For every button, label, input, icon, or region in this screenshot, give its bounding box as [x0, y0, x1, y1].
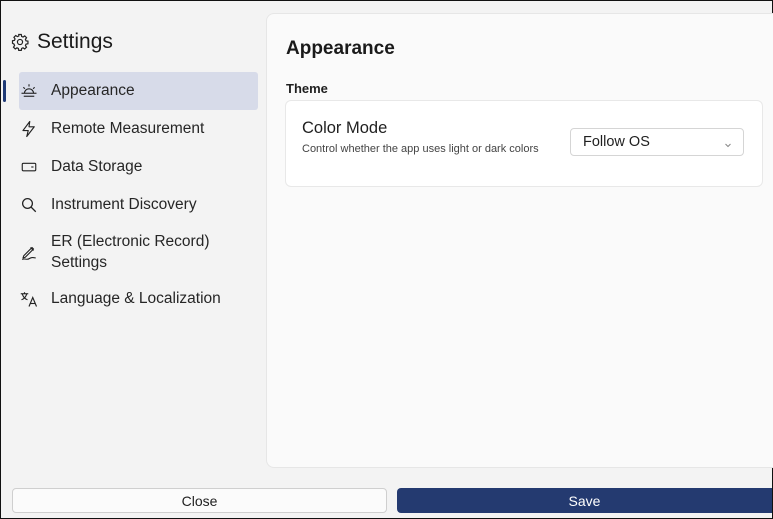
setting-card-color-mode: Color Mode Control whether the app uses … — [285, 100, 763, 187]
translate-icon — [19, 289, 39, 309]
signature-pen-icon — [19, 242, 39, 262]
sidebar-item-label: Remote Measurement — [51, 120, 205, 137]
page-title: Appearance — [286, 38, 395, 59]
sidebar-nav: Appearance Remote Measurement Data Stora… — [1, 72, 263, 318]
sidebar-header: Settings — [11, 27, 113, 57]
lightning-icon — [19, 119, 39, 139]
settings-window: Settings Appearance Remote Measurement D… — [0, 0, 773, 519]
sidebar-item-remote-measurement[interactable]: Remote Measurement — [1, 110, 263, 148]
storage-drive-icon — [19, 157, 39, 177]
sidebar-item-label: Language & Localization — [51, 290, 221, 307]
setting-description: Control whether the app uses light or da… — [302, 143, 539, 155]
sidebar: Settings Appearance Remote Measurement D… — [1, 1, 263, 478]
search-icon — [19, 195, 39, 215]
setting-title: Color Mode — [302, 119, 388, 137]
gear-icon — [11, 33, 29, 51]
color-mode-select[interactable]: Follow OS — [570, 128, 744, 156]
sidebar-title: Settings — [37, 30, 113, 53]
sidebar-item-label: ER (Electronic Record) Settings — [51, 233, 210, 271]
sidebar-item-label: Data Storage — [51, 158, 143, 175]
select-value: Follow OS — [583, 134, 650, 150]
active-indicator — [3, 80, 6, 102]
sidebar-item-data-storage[interactable]: Data Storage — [1, 148, 263, 186]
chevron-down-icon — [723, 137, 733, 148]
sidebar-item-label: Appearance — [51, 82, 135, 99]
footer: Close Save — [1, 479, 772, 518]
sidebar-item-language-localization[interactable]: Language & Localization — [1, 280, 263, 318]
sunrise-icon — [19, 81, 39, 101]
save-button[interactable]: Save — [397, 488, 772, 513]
sidebar-item-label: Instrument Discovery — [51, 196, 197, 213]
sidebar-item-instrument-discovery[interactable]: Instrument Discovery — [1, 186, 263, 224]
section-title-theme: Theme — [286, 81, 328, 96]
content-panel: Appearance Theme Color Mode Control whet… — [266, 13, 773, 468]
close-button[interactable]: Close — [12, 488, 387, 513]
sidebar-item-er-settings[interactable]: ER (Electronic Record) Settings — [1, 224, 263, 280]
sidebar-item-appearance[interactable]: Appearance — [3, 72, 258, 110]
